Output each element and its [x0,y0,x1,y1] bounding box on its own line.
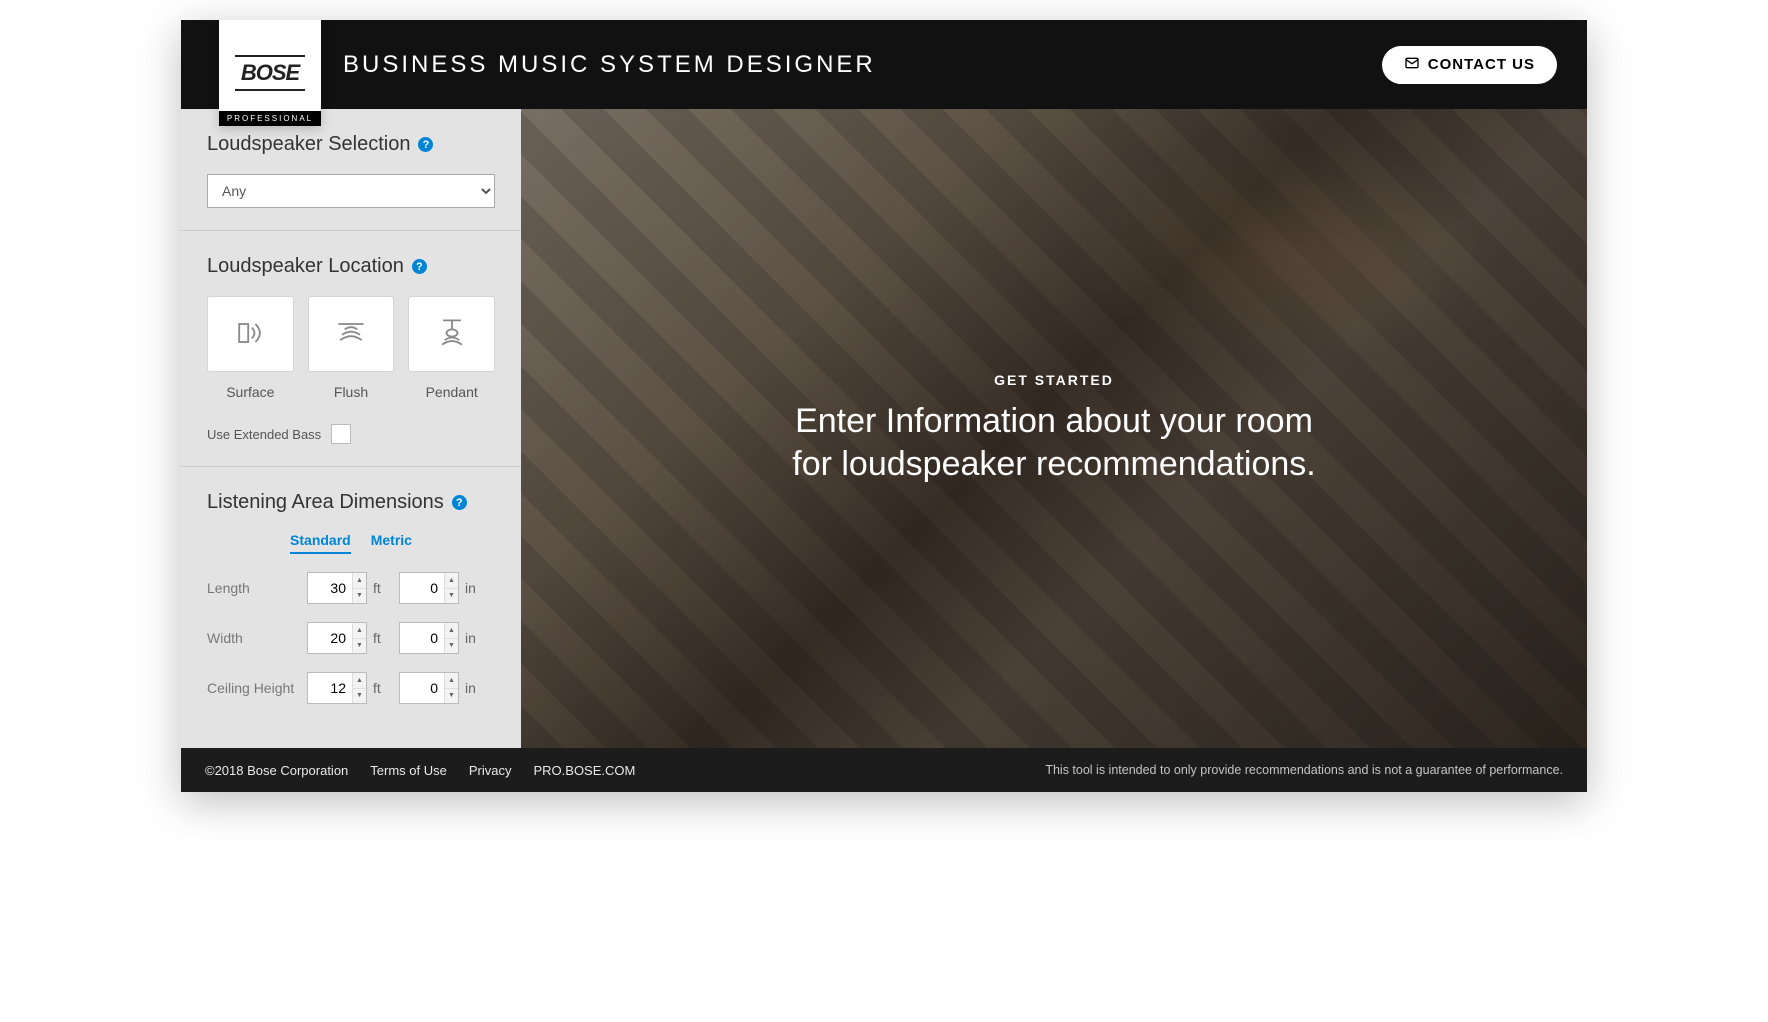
footer-link-probose[interactable]: PRO.BOSE.COM [533,763,635,778]
dim-row-width: Width ▲▼ ft ▲▼ in [207,622,495,654]
app-frame: BOSE PROFESSIONAL BUSINESS MUSIC SYSTEM … [181,20,1587,792]
flush-speaker-icon [333,315,369,354]
width-ft-input[interactable] [308,623,352,653]
header: BOSE PROFESSIONAL BUSINESS MUSIC SYSTEM … [181,20,1587,109]
location-title: Loudspeaker Location [207,255,404,278]
location-options: Surface [207,296,495,400]
hero-text: GET STARTED Enter Information about your… [792,372,1316,485]
stepper-down-icon[interactable]: ▼ [445,639,458,654]
length-ft-stepper: ▲▼ [307,572,367,604]
unit-tabs: Standard Metric [207,532,495,554]
location-label-pendant: Pendant [408,384,495,400]
length-ft-input[interactable] [308,573,352,603]
envelope-icon [1404,55,1420,75]
hero-line-1: Enter Information about your room [792,400,1316,443]
location-title-row: Loudspeaker Location ? [207,255,495,278]
stepper-down-icon[interactable]: ▼ [353,689,366,704]
loudspeaker-select[interactable]: Any [207,174,495,208]
location-option-surface: Surface [207,296,294,400]
surface-speaker-icon [232,315,268,354]
footer: ©2018 Bose Corporation Terms of Use Priv… [181,748,1587,792]
stepper-up-icon[interactable]: ▲ [445,673,458,689]
help-icon[interactable]: ? [452,495,467,510]
pendant-speaker-icon [434,315,470,354]
unit-in: in [465,630,481,646]
extended-bass-row: Use Extended Bass [207,424,495,444]
dimensions-title: Listening Area Dimensions [207,491,444,514]
section-dimensions: Listening Area Dimensions ? Standard Met… [181,467,521,726]
help-icon[interactable]: ? [412,259,427,274]
body: Loudspeaker Selection ? Any Loudspeaker … [181,109,1587,748]
width-ft-stepper: ▲▼ [307,622,367,654]
app-title: BUSINESS MUSIC SYSTEM DESIGNER [343,51,876,79]
stepper-up-icon[interactable]: ▲ [445,623,458,639]
ceiling-ft-stepper: ▲▼ [307,672,367,704]
location-option-flush: Flush [308,296,395,400]
extended-bass-checkbox[interactable] [331,424,351,444]
unit-ft: ft [373,630,389,646]
location-button-flush[interactable] [308,296,395,372]
stepper-up-icon[interactable]: ▲ [353,623,366,639]
section-loudspeaker-selection: Loudspeaker Selection ? Any [181,109,521,231]
hero-line-2: for loudspeaker recommendations. [792,443,1316,486]
brand-logo: BOSE PROFESSIONAL [219,20,321,126]
footer-disclaimer: This tool is intended to only provide re… [1045,763,1563,777]
dim-row-ceiling: Ceiling Height ▲▼ ft ▲▼ in [207,672,495,704]
stepper-down-icon[interactable]: ▼ [353,639,366,654]
dimensions-title-row: Listening Area Dimensions ? [207,491,495,514]
location-label-surface: Surface [207,384,294,400]
location-option-pendant: Pendant [408,296,495,400]
stepper-up-icon[interactable]: ▲ [353,573,366,589]
contact-us-label: CONTACT US [1428,56,1535,73]
selection-title-row: Loudspeaker Selection ? [207,133,495,156]
width-in-stepper: ▲▼ [399,622,459,654]
footer-copyright: ©2018 Bose Corporation [205,763,348,778]
unit-in: in [465,680,481,696]
tab-metric[interactable]: Metric [371,532,412,554]
width-in-input[interactable] [400,623,444,653]
length-in-input[interactable] [400,573,444,603]
ceiling-ft-input[interactable] [308,673,352,703]
brand-subline: PROFESSIONAL [219,111,321,126]
location-button-surface[interactable] [207,296,294,372]
footer-link-privacy[interactable]: Privacy [469,763,512,778]
location-label-flush: Flush [308,384,395,400]
dim-label-length: Length [207,579,297,597]
stepper-down-icon[interactable]: ▼ [445,689,458,704]
length-in-stepper: ▲▼ [399,572,459,604]
selection-title: Loudspeaker Selection [207,133,410,156]
ceiling-in-stepper: ▲▼ [399,672,459,704]
hero-kicker: GET STARTED [792,372,1316,388]
dim-row-length: Length ▲▼ ft ▲▼ in [207,572,495,604]
ceiling-in-input[interactable] [400,673,444,703]
brand-wordmark: BOSE [241,60,299,86]
unit-in: in [465,580,481,596]
dim-label-ceiling: Ceiling Height [207,679,297,697]
stepper-down-icon[interactable]: ▼ [353,589,366,604]
main-hero: GET STARTED Enter Information about your… [521,109,1587,748]
section-loudspeaker-location: Loudspeaker Location ? [181,231,521,467]
location-button-pendant[interactable] [408,296,495,372]
footer-link-terms[interactable]: Terms of Use [370,763,447,778]
extended-bass-label: Use Extended Bass [207,427,321,442]
sidebar: Loudspeaker Selection ? Any Loudspeaker … [181,109,521,748]
contact-us-button[interactable]: CONTACT US [1382,46,1557,84]
stepper-up-icon[interactable]: ▲ [445,573,458,589]
stepper-up-icon[interactable]: ▲ [353,673,366,689]
dim-label-width: Width [207,629,297,647]
help-icon[interactable]: ? [418,137,433,152]
tab-standard[interactable]: Standard [290,532,351,554]
stepper-down-icon[interactable]: ▼ [445,589,458,604]
unit-ft: ft [373,580,389,596]
unit-ft: ft [373,680,389,696]
